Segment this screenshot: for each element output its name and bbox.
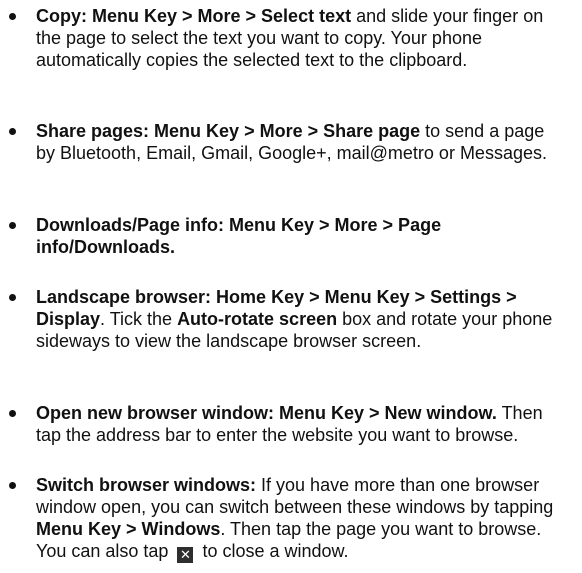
item-heading: Switch browser windows: (36, 475, 257, 495)
bullet-dot (9, 13, 16, 20)
item-heading: Copy: Menu Key > More > Select text (36, 6, 352, 26)
item-emphasis: Auto-rotate screen (177, 309, 338, 329)
bullet-dot (9, 410, 16, 417)
document-page: Copy: Menu Key > More > Select text and … (0, 0, 582, 573)
list-item: Downloads/Page info: Menu Key > More > P… (0, 214, 558, 258)
item-text: . Tick the (100, 309, 178, 329)
bullet-dot (9, 222, 16, 229)
bullet-dot (9, 128, 16, 135)
list-item: Switch browser windows: If you have more… (0, 474, 558, 563)
list-item: Open new browser window: Menu Key > New … (0, 402, 558, 446)
item-text: to close a window. (197, 541, 349, 561)
list-item: Share pages: Menu Key > More > Share pag… (0, 120, 558, 164)
list-item: Landscape browser: Home Key > Menu Key >… (0, 286, 558, 352)
bullet-dot (9, 482, 16, 489)
item-heading: Downloads/Page info: Menu Key > More > P… (36, 215, 442, 257)
item-heading: Share pages: Menu Key > More > Share pag… (36, 121, 421, 141)
item-heading: Open new browser window: Menu Key > New … (36, 403, 497, 423)
bullet-dot (9, 294, 16, 301)
item-emphasis: Menu Key > Windows (36, 519, 221, 539)
close-icon: ✕ (177, 547, 194, 563)
list-item: Copy: Menu Key > More > Select text and … (0, 5, 558, 71)
